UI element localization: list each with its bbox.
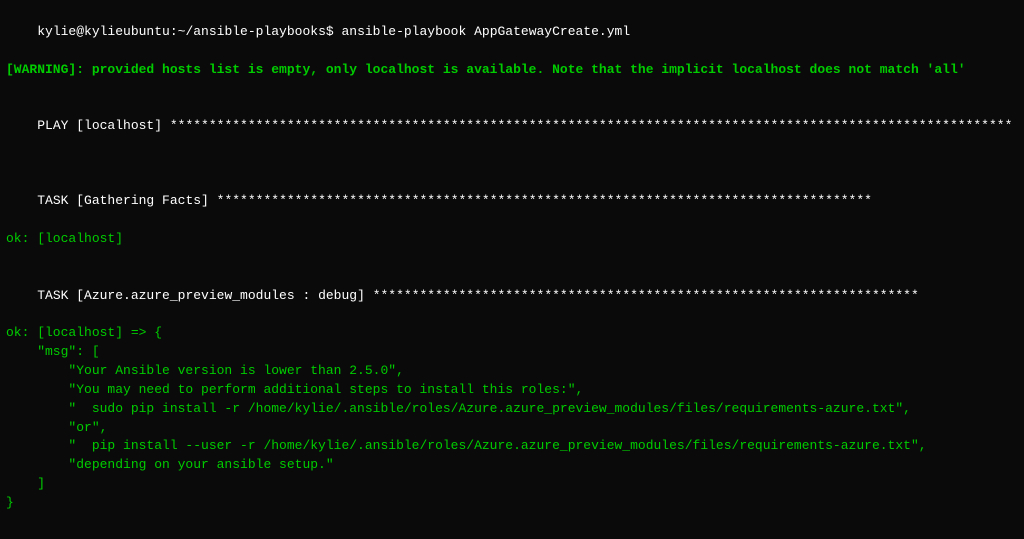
- prompt-text: kylie@kylieubuntu:~/ansible-playbooks$ a…: [37, 24, 630, 39]
- task-gathering-header: TASK [Gathering Facts]: [37, 193, 216, 208]
- msg-line3: " sudo pip install -r /home/kylie/.ansib…: [6, 400, 1018, 419]
- msg-line2: "You may need to perform additional step…: [6, 381, 1018, 400]
- terminal: kylie@kylieubuntu:~/ansible-playbooks$ a…: [0, 0, 1024, 539]
- ok-debug-line: ok: [localhost] => {: [6, 324, 1018, 343]
- play-stars: ****************************************…: [170, 118, 1013, 133]
- brace-close-line: }: [6, 494, 1018, 513]
- ok-gathering-line: ok: [localhost]: [6, 230, 1018, 249]
- msg-line1: "Your Ansible version is lower than 2.5.…: [6, 362, 1018, 381]
- msg-line6: "depending on your ansible setup.": [6, 456, 1018, 475]
- blank-1: [6, 79, 1018, 98]
- warning-line: [WARNING]: provided hosts list is empty,…: [6, 61, 1018, 80]
- task-debug-line: TASK [Azure.azure_preview_modules : debu…: [6, 268, 1018, 325]
- play-header: PLAY [localhost]: [37, 118, 170, 133]
- task-gathering-stars: ****************************************…: [217, 193, 872, 208]
- blank-4: [6, 513, 1018, 532]
- play-line: PLAY [localhost] ***********************…: [6, 98, 1018, 155]
- msg-key-line: "msg": [: [6, 343, 1018, 362]
- task-debug-header: TASK [Azure.azure_preview_modules : debu…: [37, 288, 372, 303]
- msg-line4: "or",: [6, 419, 1018, 438]
- task-gathering-line: TASK [Gathering Facts] *****************…: [6, 174, 1018, 231]
- msg-close-line: ]: [6, 475, 1018, 494]
- task-debug-stars: ****************************************…: [373, 288, 919, 303]
- blank-3: [6, 249, 1018, 268]
- prompt-line: kylie@kylieubuntu:~/ansible-playbooks$ a…: [6, 4, 1018, 61]
- task-resource-line: TASK [Create a resource group] *********…: [6, 532, 1018, 539]
- blank-2: [6, 155, 1018, 174]
- msg-line5: " pip install --user -r /home/kylie/.ans…: [6, 437, 1018, 456]
